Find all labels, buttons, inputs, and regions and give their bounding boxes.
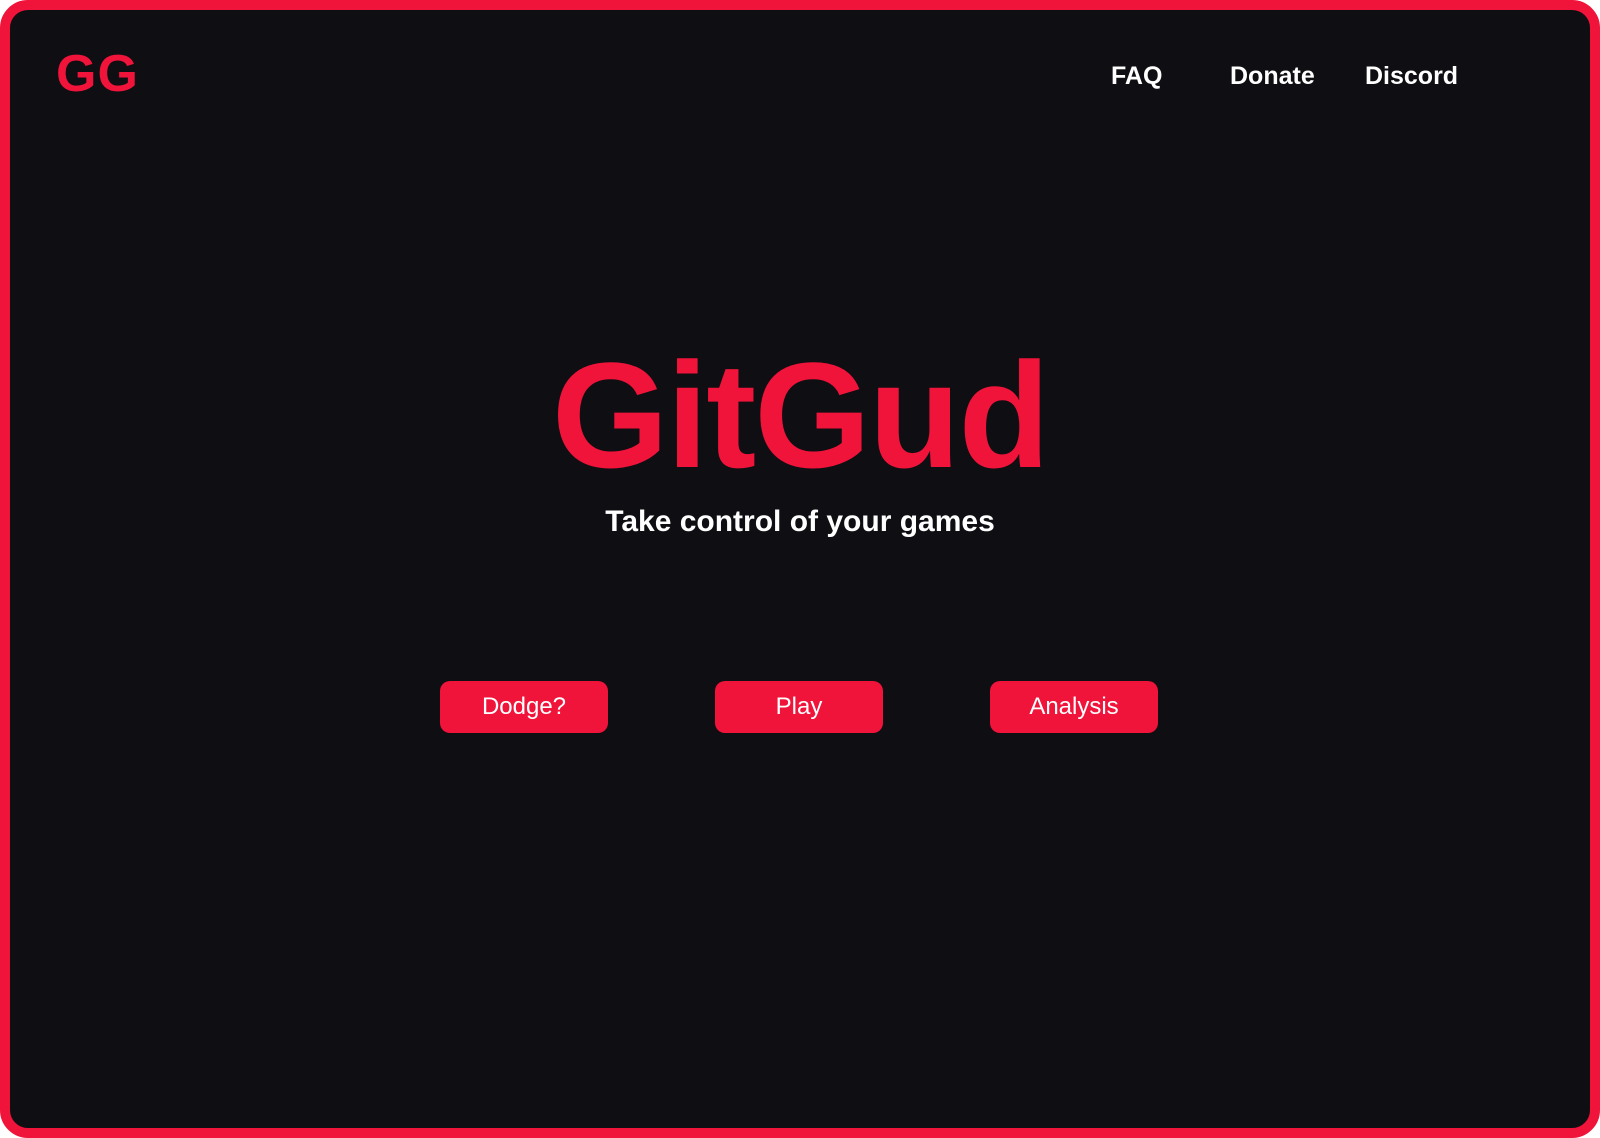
nav-link-donate[interactable]: Donate xyxy=(1230,56,1315,96)
hero-title: GitGud xyxy=(551,331,1050,499)
top-nav: FAQ Donate Discord xyxy=(10,56,1590,96)
nav-link-discord[interactable]: Discord xyxy=(1365,56,1458,96)
hero-subtitle: Take control of your games xyxy=(605,505,995,538)
dodge-button[interactable]: Dodge? xyxy=(440,681,608,733)
app-frame: GG FAQ Donate Discord GitGud Take contro… xyxy=(0,0,1600,1138)
nav-link-faq[interactable]: FAQ xyxy=(1111,56,1162,96)
play-button[interactable]: Play xyxy=(715,681,883,733)
analysis-button[interactable]: Analysis xyxy=(990,681,1158,733)
